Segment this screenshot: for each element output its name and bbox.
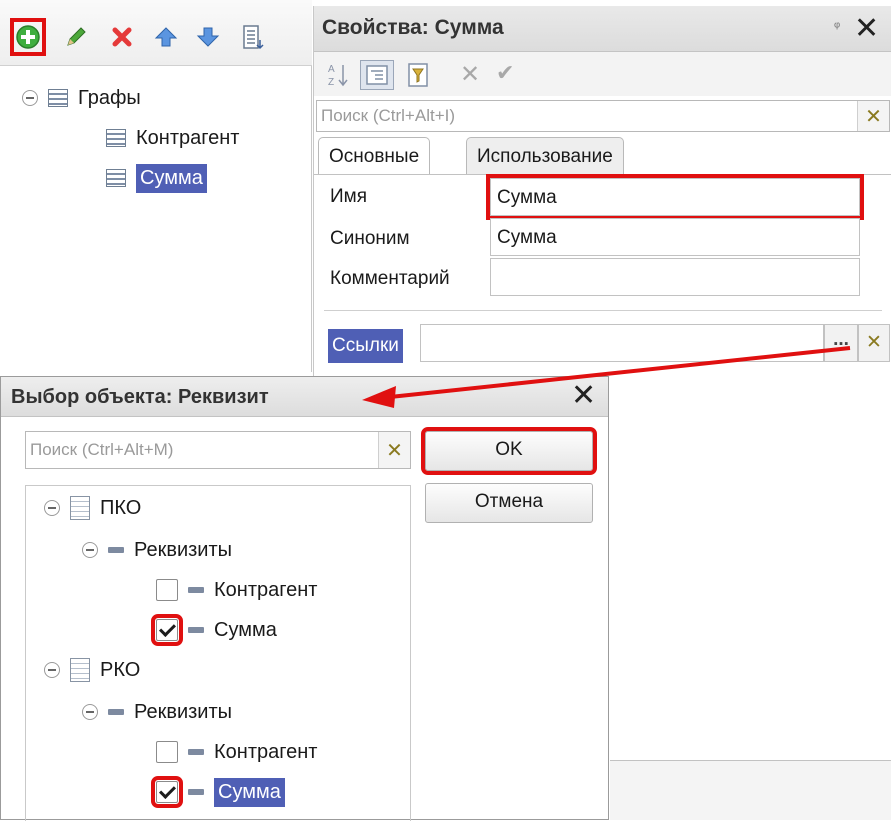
arrow-head [362,386,396,408]
annotation-arrow [362,346,851,408]
arrow-line [389,346,851,399]
